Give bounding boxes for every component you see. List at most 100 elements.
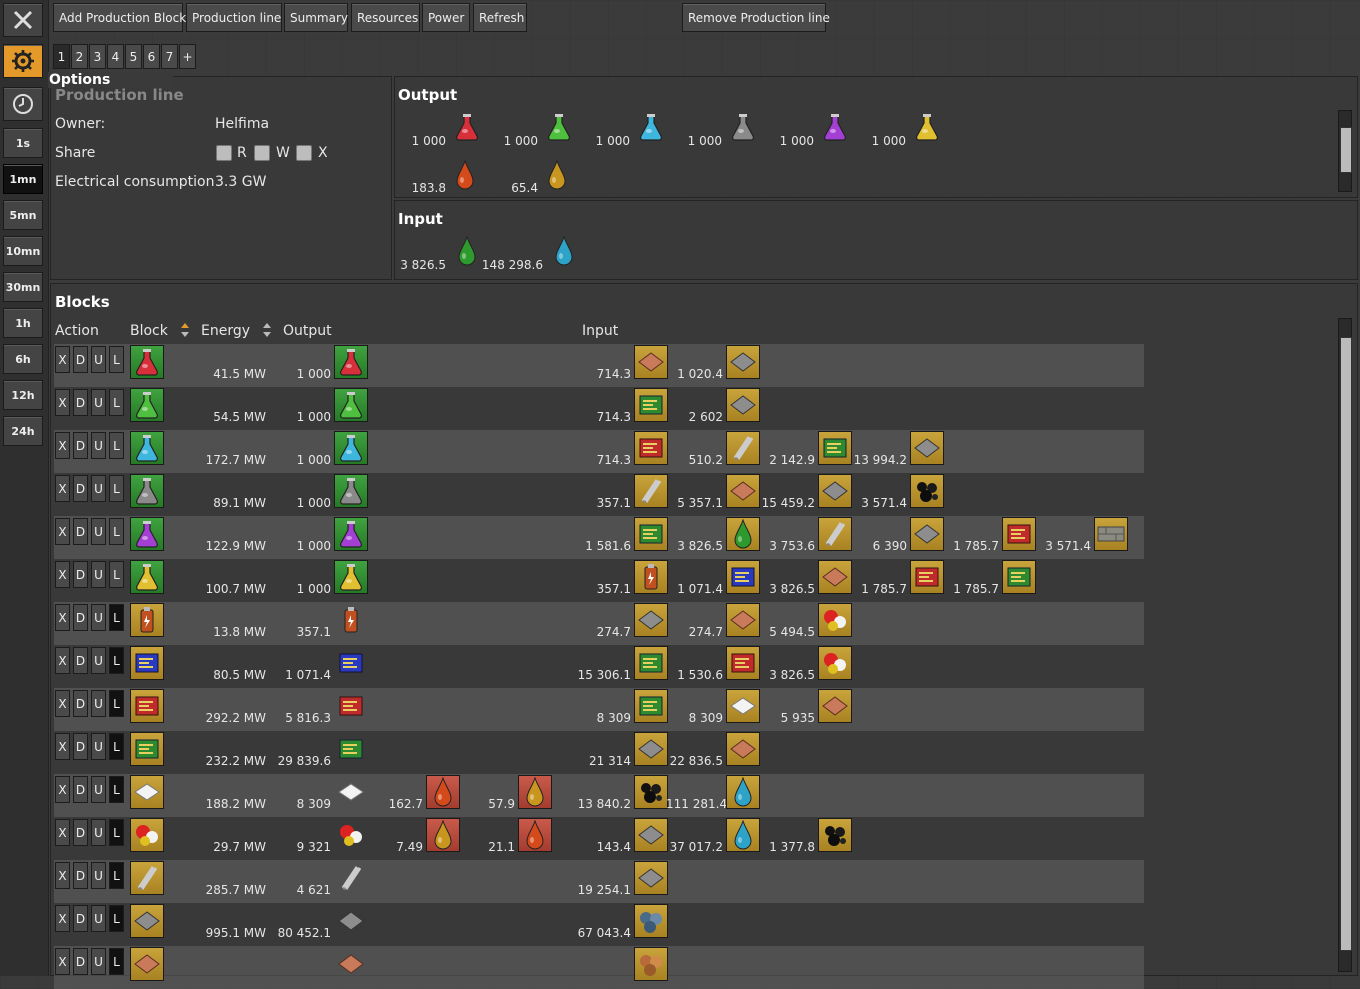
tab-5[interactable]: 5: [125, 44, 142, 69]
time-button-24h[interactable]: 24h: [3, 416, 43, 446]
plastic-bar-icon[interactable]: [130, 775, 164, 809]
share-read-checkbox[interactable]: [216, 145, 232, 161]
action-d-button[interactable]: D: [73, 432, 88, 459]
action-d-button[interactable]: D: [73, 561, 88, 588]
add-production-block-button[interactable]: Add Production Block: [53, 3, 186, 32]
time-button-1s[interactable]: 1s: [3, 128, 43, 158]
action-l-button[interactable]: L: [109, 948, 124, 975]
action-d-button[interactable]: D: [73, 819, 88, 846]
sulfur-icon[interactable]: [130, 818, 164, 852]
action-l-button[interactable]: L: [109, 346, 124, 373]
tab-7[interactable]: 7: [161, 44, 178, 69]
action-d-button[interactable]: D: [73, 518, 88, 545]
action-u-button[interactable]: U: [91, 604, 106, 631]
time-button-12h[interactable]: 12h: [3, 380, 43, 410]
tab-add[interactable]: +: [179, 44, 196, 69]
action-u-button[interactable]: U: [91, 475, 106, 502]
output-scrollbar[interactable]: [1338, 110, 1352, 192]
action-x-button[interactable]: X: [55, 905, 70, 932]
tab-3[interactable]: 3: [89, 44, 106, 69]
action-d-button[interactable]: D: [73, 389, 88, 416]
action-l-button[interactable]: L: [109, 862, 124, 889]
tab-1[interactable]: 1: [53, 44, 70, 69]
action-l-button[interactable]: L: [109, 733, 124, 760]
action-l-button[interactable]: L: [109, 690, 124, 717]
action-x-button[interactable]: X: [55, 604, 70, 631]
action-u-button[interactable]: U: [91, 690, 106, 717]
action-u-button[interactable]: U: [91, 948, 106, 975]
action-d-button[interactable]: D: [73, 948, 88, 975]
action-x-button[interactable]: X: [55, 948, 70, 975]
action-l-button[interactable]: L: [109, 561, 124, 588]
time-button-10mn[interactable]: 10mn: [3, 236, 43, 266]
action-d-button[interactable]: D: [73, 776, 88, 803]
time-button-30mn[interactable]: 30mn: [3, 272, 43, 302]
action-d-button[interactable]: D: [73, 647, 88, 674]
production-line-button[interactable]: Production line: [186, 3, 282, 32]
share-write-checkbox[interactable]: [254, 145, 270, 161]
remove-production-line-button[interactable]: Remove Production line: [682, 3, 830, 32]
tab-4[interactable]: 4: [107, 44, 124, 69]
action-l-button[interactable]: L: [109, 518, 124, 545]
close-icon[interactable]: [3, 3, 43, 37]
action-u-button[interactable]: U: [91, 905, 106, 932]
action-x-button[interactable]: X: [55, 432, 70, 459]
summary-button[interactable]: Summary: [284, 3, 348, 32]
action-u-button[interactable]: U: [91, 561, 106, 588]
action-u-button[interactable]: U: [91, 432, 106, 459]
action-l-button[interactable]: L: [109, 475, 124, 502]
action-l-button[interactable]: L: [109, 819, 124, 846]
action-x-button[interactable]: X: [55, 346, 70, 373]
action-d-button[interactable]: D: [73, 475, 88, 502]
action-u-button[interactable]: U: [91, 346, 106, 373]
action-d-button[interactable]: D: [73, 690, 88, 717]
battery-icon[interactable]: [130, 603, 164, 637]
gear-icon[interactable]: [3, 44, 43, 78]
chemical-science-pack-icon[interactable]: [130, 431, 164, 465]
action-l-button[interactable]: L: [109, 432, 124, 459]
action-d-button[interactable]: D: [73, 604, 88, 631]
action-d-button[interactable]: D: [73, 733, 88, 760]
action-x-button[interactable]: X: [55, 690, 70, 717]
refresh-button[interactable]: Refresh: [473, 3, 527, 32]
time-button-1h[interactable]: 1h: [3, 308, 43, 338]
action-x-button[interactable]: X: [55, 819, 70, 846]
tab-2[interactable]: 2: [71, 44, 88, 69]
time-button-6h[interactable]: 6h: [3, 344, 43, 374]
action-d-button[interactable]: D: [73, 862, 88, 889]
action-l-button[interactable]: L: [109, 905, 124, 932]
blocks-scroll-thumb[interactable]: [1340, 337, 1352, 951]
action-u-button[interactable]: U: [91, 647, 106, 674]
processing-unit-icon[interactable]: [130, 646, 164, 680]
blocks-scrollbar[interactable]: [1338, 318, 1352, 972]
resources-button[interactable]: Resources: [351, 3, 420, 32]
action-l-button[interactable]: L: [109, 389, 124, 416]
action-u-button[interactable]: U: [91, 518, 106, 545]
steel-plate-icon[interactable]: [130, 861, 164, 895]
action-u-button[interactable]: U: [91, 776, 106, 803]
action-u-button[interactable]: U: [91, 862, 106, 889]
military-science-pack-icon[interactable]: [130, 474, 164, 508]
action-x-button[interactable]: X: [55, 518, 70, 545]
action-x-button[interactable]: X: [55, 561, 70, 588]
action-l-button[interactable]: L: [109, 604, 124, 631]
electronic-circuit-icon[interactable]: [130, 732, 164, 766]
output-scroll-thumb[interactable]: [1340, 127, 1352, 173]
sort-arrows-icon[interactable]: [261, 321, 273, 343]
action-u-button[interactable]: U: [91, 733, 106, 760]
action-d-button[interactable]: D: [73, 346, 88, 373]
action-x-button[interactable]: X: [55, 776, 70, 803]
automation-science-pack-icon[interactable]: [130, 345, 164, 379]
sort-arrows-icon[interactable]: [179, 321, 191, 343]
action-x-button[interactable]: X: [55, 647, 70, 674]
time-button-5mn[interactable]: 5mn: [3, 200, 43, 230]
time-button-1mn[interactable]: 1mn: [3, 164, 43, 194]
logistic-science-pack-icon[interactable]: [130, 388, 164, 422]
iron-plate-icon[interactable]: [130, 904, 164, 938]
action-x-button[interactable]: X: [55, 733, 70, 760]
action-x-button[interactable]: X: [55, 389, 70, 416]
action-l-button[interactable]: L: [109, 776, 124, 803]
utility-science-pack-icon[interactable]: [130, 560, 164, 594]
production-science-pack-icon[interactable]: [130, 517, 164, 551]
advanced-circuit-icon[interactable]: [130, 689, 164, 723]
